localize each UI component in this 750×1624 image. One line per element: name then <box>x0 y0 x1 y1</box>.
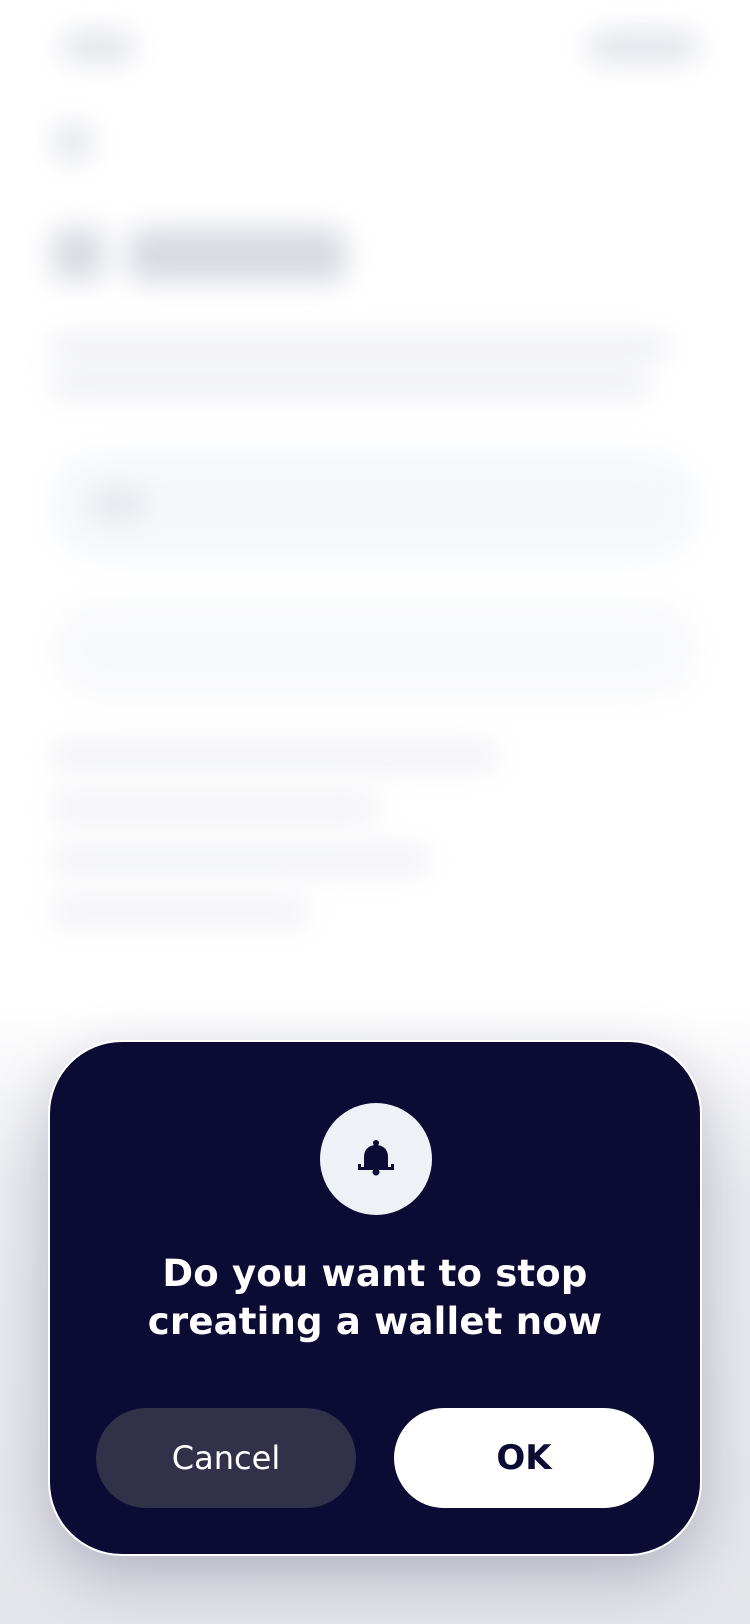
blurred-list-line <box>50 898 310 926</box>
blurred-list-line <box>50 794 380 822</box>
blurred-input-card <box>50 452 700 560</box>
blurred-list-line <box>50 846 430 874</box>
blurred-back-icon <box>56 125 90 159</box>
ok-button[interactable]: OK <box>394 1408 654 1508</box>
dialog-title: Do you want to stop creating a wallet no… <box>147 1252 603 1343</box>
blurred-description-line <box>50 336 670 358</box>
screen: Do you want to stop creating a wallet no… <box>0 0 750 1624</box>
blurred-input-label <box>92 492 144 516</box>
blurred-status-time <box>62 32 134 62</box>
bell-icon <box>358 1140 394 1176</box>
stop-wallet-creation-dialog: Do you want to stop creating a wallet no… <box>50 1042 700 1554</box>
blurred-secondary-card <box>50 600 700 700</box>
blurred-status-icons <box>588 32 698 62</box>
blurred-heading-icon <box>52 228 104 280</box>
blurred-description-line <box>50 374 650 396</box>
cancel-button[interactable]: Cancel <box>96 1408 356 1508</box>
blurred-list-line <box>50 742 500 770</box>
blurred-heading <box>128 228 346 282</box>
bell-icon-badge <box>320 1103 432 1215</box>
